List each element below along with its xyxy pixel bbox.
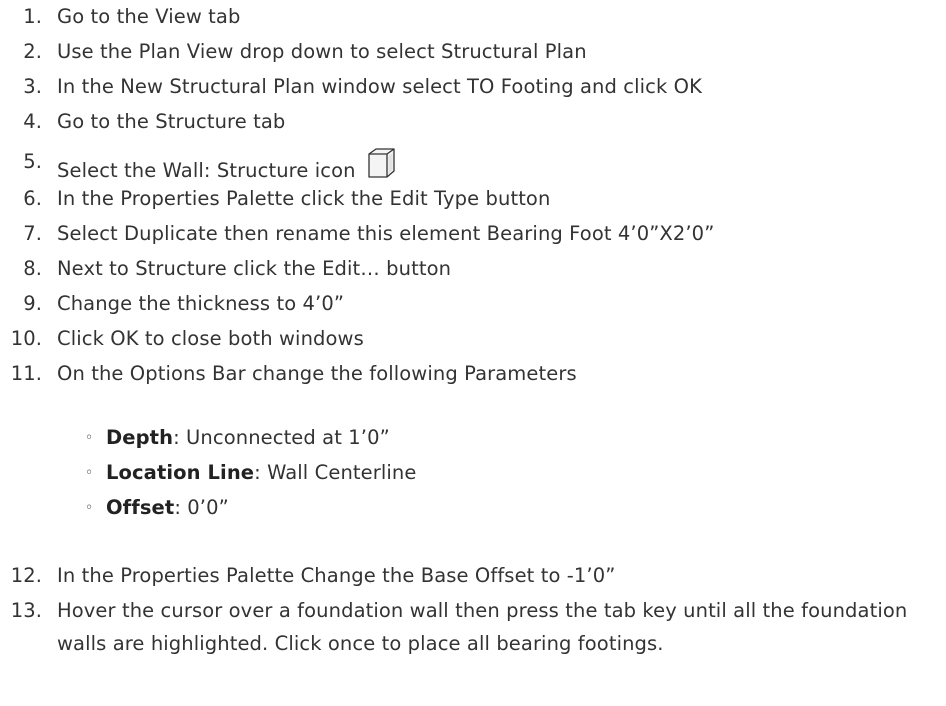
step-text: Go to the View tab — [57, 5, 241, 28]
step-number: 8. — [23, 257, 42, 280]
step-text: Click OK to close both windows — [57, 327, 364, 350]
bullet-marker: ◦ — [85, 500, 94, 516]
step-number: 7. — [23, 222, 42, 245]
parameter-name: Offset — [106, 496, 175, 519]
parameter-name: Location Line — [106, 461, 255, 484]
parameter-value: : Wall Centerline — [254, 461, 417, 484]
step-number: 5. — [23, 150, 42, 173]
parameter-text: Depth: Unconnected at 1’0” — [106, 423, 390, 453]
step-text: In the Properties Palette Change the Bas… — [57, 564, 616, 587]
step-text: Hover the cursor over a foundation wall … — [57, 599, 908, 655]
wall-structure-icon-graphic — [368, 148, 395, 178]
step-text: Go to the Structure tab — [57, 110, 286, 133]
parameter-text: Offset: 0’0” — [106, 493, 229, 523]
step-number: 3. — [23, 75, 42, 98]
parameter-value: : Unconnected at 1’0” — [173, 426, 390, 449]
step-text: Select the Wall: Structure icon — [57, 159, 356, 182]
step-number: 6. — [23, 187, 42, 210]
bullet-marker: ◦ — [85, 430, 94, 446]
step-number: 11. — [10, 362, 42, 385]
step-text: In the New Structural Plan window select… — [57, 75, 702, 98]
parameter-name: Depth — [106, 426, 174, 449]
step-text-wrapper: Select the Wall: Structure icon — [57, 147, 398, 188]
step-number: 4. — [23, 110, 42, 133]
step-text: Change the thickness to 4’0” — [57, 292, 345, 315]
step-text: On the Options Bar change the following … — [57, 362, 577, 385]
bullet-marker: ◦ — [85, 465, 94, 481]
step-number: 1. — [23, 5, 42, 28]
step-number: 10. — [10, 327, 42, 350]
step-number: 13. — [10, 599, 42, 622]
step-text: Select Duplicate then rename this elemen… — [57, 222, 715, 245]
parameter-text: Location Line: Wall Centerline — [106, 458, 416, 488]
step-text: Next to Structure click the Edit… button — [57, 257, 452, 280]
step-number: 12. — [10, 564, 42, 587]
parameter-value: : 0’0” — [174, 496, 229, 519]
step-text: Use the Plan View drop down to select St… — [57, 40, 587, 63]
step-text: In the Properties Palette click the Edit… — [57, 187, 551, 210]
instructions-page: 1. Go to the View tab 2. Use the Plan Vi… — [0, 0, 946, 706]
wall-structure-icon — [366, 147, 398, 188]
step-number: 9. — [23, 292, 42, 315]
step-number: 2. — [23, 40, 42, 63]
